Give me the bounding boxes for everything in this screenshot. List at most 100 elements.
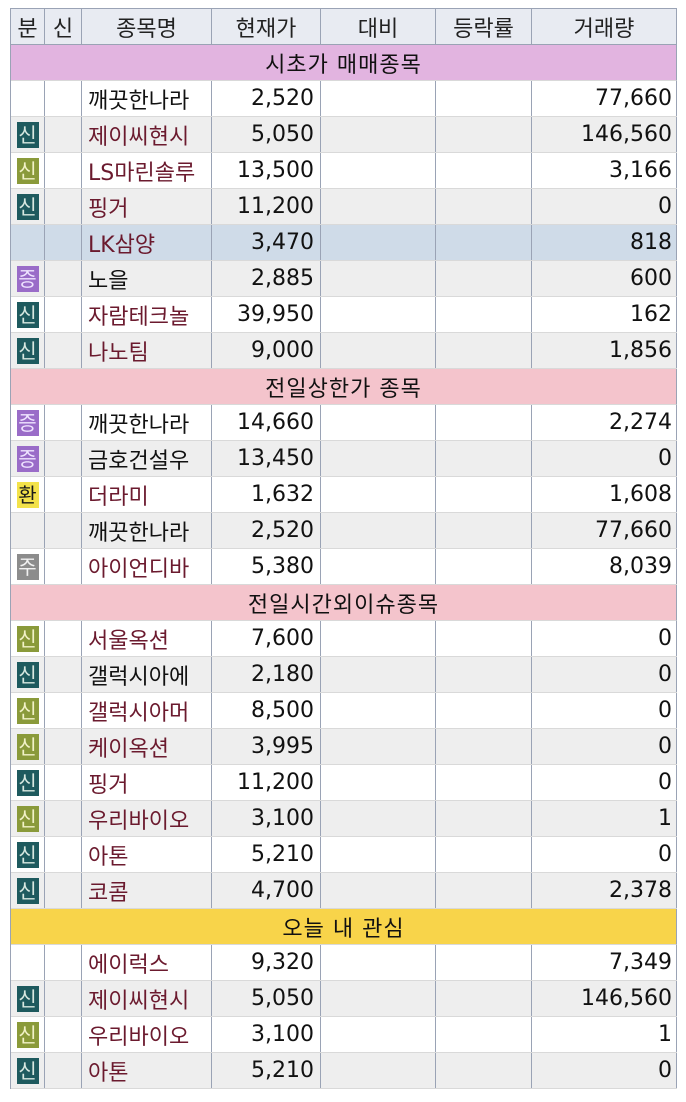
stock-name[interactable]: 핑거	[82, 765, 212, 800]
change-rate	[436, 297, 532, 332]
table-row[interactable]: 신 제이씨현시 5,050 146,560	[11, 117, 677, 153]
table-row[interactable]: 신 케이옥션 3,995 0	[11, 729, 677, 765]
trade-volume: 2,274	[532, 405, 677, 440]
trade-volume: 162	[532, 297, 677, 332]
table-row[interactable]: 신 자람테크놀 39,950 162	[11, 297, 677, 333]
stock-name[interactable]: 깨끗한나라	[82, 405, 212, 440]
table-row[interactable]: 신 우리바이오 3,100 1	[11, 801, 677, 837]
table-row[interactable]: 증 금호건설우 13,450 0	[11, 441, 677, 477]
stock-name[interactable]: 깨끗한나라	[82, 513, 212, 548]
table-row[interactable]: 신 LS마린솔루 13,500 3,166	[11, 153, 677, 189]
column-header-price[interactable]: 현재가	[212, 9, 321, 44]
stock-name[interactable]: 우리바이오	[82, 801, 212, 836]
table-row[interactable]: 깨끗한나라 2,520 77,660	[11, 81, 677, 117]
price-change	[321, 1017, 436, 1052]
change-rate	[436, 873, 532, 908]
credit-cell	[45, 441, 82, 476]
table-row[interactable]: 에이럭스 9,320 7,349	[11, 945, 677, 981]
category-badge: 신	[16, 805, 39, 832]
stock-name[interactable]: 갤럭시아머	[82, 693, 212, 728]
table-row[interactable]: 신 우리바이오 3,100 1	[11, 1017, 677, 1053]
table-row[interactable]: 환 더라미 1,632 1,608	[11, 477, 677, 513]
change-rate	[436, 801, 532, 836]
section-header[interactable]: 시초가 매매종목	[11, 45, 677, 81]
stock-name[interactable]: 나노팀	[82, 333, 212, 368]
stock-name[interactable]: 제이씨현시	[82, 981, 212, 1016]
stock-name[interactable]: 케이옥션	[82, 729, 212, 764]
table-row[interactable]: 신 아톤 5,210 0	[11, 1053, 677, 1089]
category-badge: 신	[16, 877, 39, 904]
stock-name[interactable]: 제이씨현시	[82, 117, 212, 152]
section-header[interactable]: 전일상한가 종목	[11, 369, 677, 405]
category-cell: 신	[11, 873, 45, 908]
table-row[interactable]: 신 제이씨현시 5,050 146,560	[11, 981, 677, 1017]
table-row[interactable]: 깨끗한나라 2,520 77,660	[11, 513, 677, 549]
credit-cell	[45, 261, 82, 296]
category-cell	[11, 81, 45, 116]
price-change	[321, 657, 436, 692]
column-header-volume[interactable]: 거래량	[532, 9, 677, 44]
column-header-name[interactable]: 종목명	[82, 9, 212, 44]
current-price: 5,210	[212, 837, 321, 872]
price-change	[321, 261, 436, 296]
stock-name[interactable]: 우리바이오	[82, 1017, 212, 1052]
price-change	[321, 729, 436, 764]
category-badge: 신	[16, 1021, 39, 1048]
credit-cell	[45, 801, 82, 836]
current-price: 5,050	[212, 981, 321, 1016]
stock-name[interactable]: 에이럭스	[82, 945, 212, 980]
table-row[interactable]: 신 코콤 4,700 2,378	[11, 873, 677, 909]
column-header-change[interactable]: 대비	[321, 9, 436, 44]
stock-name[interactable]: 노을	[82, 261, 212, 296]
trade-volume: 0	[532, 837, 677, 872]
stock-name[interactable]: 더라미	[82, 477, 212, 512]
trade-volume: 1,856	[532, 333, 677, 368]
current-price: 11,200	[212, 189, 321, 224]
current-price: 3,995	[212, 729, 321, 764]
stock-name[interactable]: LS마린솔루	[82, 153, 212, 188]
stock-name[interactable]: LK삼양	[82, 225, 212, 260]
table-row[interactable]: 신 갤럭시아머 8,500 0	[11, 693, 677, 729]
current-price: 3,100	[212, 1017, 321, 1052]
table-row[interactable]: 증 깨끗한나라 14,660 2,274	[11, 405, 677, 441]
stock-name[interactable]: 아톤	[82, 837, 212, 872]
stock-name[interactable]: 금호건설우	[82, 441, 212, 476]
change-rate	[436, 1053, 532, 1088]
credit-cell	[45, 765, 82, 800]
price-change	[321, 117, 436, 152]
trade-volume: 1,608	[532, 477, 677, 512]
table-row[interactable]: 신 나노팀 9,000 1,856	[11, 333, 677, 369]
current-price: 7,600	[212, 621, 321, 656]
section-header[interactable]: 오늘 내 관심	[11, 909, 677, 945]
table-row[interactable]: LK삼양 3,470 818	[11, 225, 677, 261]
current-price: 1,632	[212, 477, 321, 512]
table-row[interactable]: 신 핑거 11,200 0	[11, 189, 677, 225]
table-row[interactable]: 신 아톤 5,210 0	[11, 837, 677, 873]
table-row[interactable]: 증 노을 2,885 600	[11, 261, 677, 297]
stock-name[interactable]: 아이언디바	[82, 549, 212, 584]
stock-name[interactable]: 서울옥션	[82, 621, 212, 656]
column-header-category[interactable]: 분	[11, 9, 45, 44]
column-header-change-rate[interactable]: 등락률	[436, 9, 532, 44]
current-price: 5,210	[212, 1053, 321, 1088]
table-row[interactable]: 주 아이언디바 5,380 8,039	[11, 549, 677, 585]
change-rate	[436, 81, 532, 116]
stock-name[interactable]: 자람테크놀	[82, 297, 212, 332]
current-price: 4,700	[212, 873, 321, 908]
table-row[interactable]: 신 서울옥션 7,600 0	[11, 621, 677, 657]
column-header-credit[interactable]: 신	[45, 9, 82, 44]
credit-cell	[45, 873, 82, 908]
section-header[interactable]: 전일시간외이슈종목	[11, 585, 677, 621]
stock-name[interactable]: 코콤	[82, 873, 212, 908]
trade-volume: 2,378	[532, 873, 677, 908]
category-badge: 신	[16, 1057, 39, 1084]
stock-name[interactable]: 갤럭시아에	[82, 657, 212, 692]
stock-name[interactable]: 깨끗한나라	[82, 81, 212, 116]
table-row[interactable]: 신 핑거 11,200 0	[11, 765, 677, 801]
current-price: 3,470	[212, 225, 321, 260]
category-cell: 신	[11, 621, 45, 656]
stock-name[interactable]: 아톤	[82, 1053, 212, 1088]
price-change	[321, 513, 436, 548]
stock-name[interactable]: 핑거	[82, 189, 212, 224]
table-row[interactable]: 신 갤럭시아에 2,180 0	[11, 657, 677, 693]
